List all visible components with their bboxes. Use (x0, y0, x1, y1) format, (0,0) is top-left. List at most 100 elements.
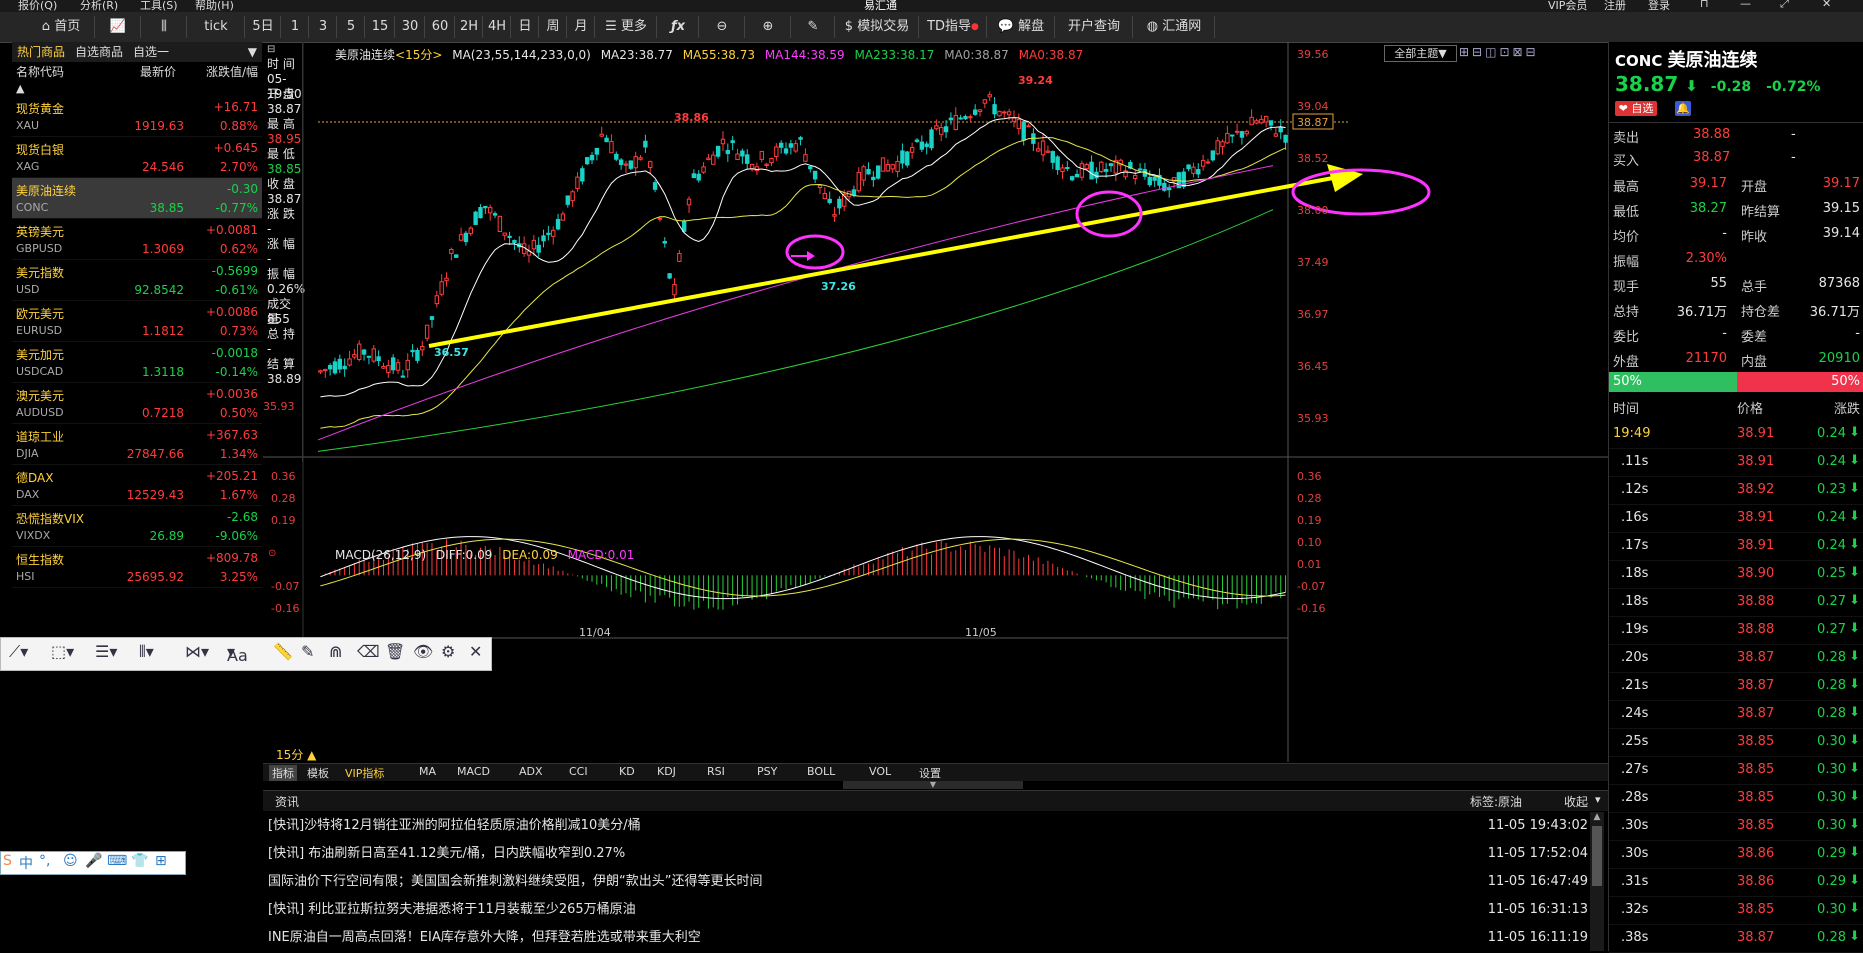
line-tool-icon[interactable]: ⟋▾ (9, 642, 28, 662)
ime-lang[interactable]: 中 (19, 853, 33, 873)
line-chart-button[interactable]: 📈 (96, 16, 141, 38)
indicator-tab[interactable]: VIP指标 (345, 765, 384, 781)
indicator-tab[interactable]: 模板 (307, 765, 329, 781)
news-collapse[interactable]: 收起 (1564, 793, 1588, 810)
chart-layout-icons[interactable]: ⊞⊟◫⊡⊠⊟ (1459, 45, 1539, 59)
news-tab[interactable]: 资讯 (275, 793, 299, 810)
magnet-icon[interactable]: ⋒ (329, 642, 342, 661)
indicator-tab[interactable]: MA (419, 765, 436, 778)
tab-hot-products[interactable]: 热门商品 (12, 42, 70, 62)
indicator-tab[interactable]: 指标 (269, 765, 297, 781)
header-price[interactable]: 最新价 (140, 62, 176, 82)
watchlist-row[interactable]: 恒生指数 HSI 25695.92 +809.78 3.25% (12, 547, 262, 588)
watchlist-row[interactable]: 恐慌指数VIX VIXDX 26.89 -2.68 -9.06% (12, 506, 262, 547)
skin-icon[interactable]: 👕 (131, 853, 148, 869)
period-4h[interactable]: 4H (484, 16, 511, 38)
indicator-tab[interactable]: VOL (869, 765, 891, 778)
mic-icon[interactable]: 🎤 (85, 853, 102, 869)
grid-menu-icon[interactable]: ⊞ (155, 853, 167, 869)
register-link[interactable]: 注册 (1604, 0, 1626, 12)
formula-button[interactable]: ƒx (658, 16, 699, 38)
menu-quote[interactable]: 报价(Q) (18, 0, 57, 12)
huihui-button[interactable]: ◍ 汇通网 (1134, 16, 1215, 38)
indicator-tab[interactable]: BOLL (807, 765, 835, 778)
home-button[interactable]: ⌂ 首页 (28, 16, 95, 38)
keyboard-icon[interactable]: ⌨ (107, 853, 127, 869)
ime-punct-icon[interactable]: °, (39, 853, 50, 869)
watchlist-row[interactable]: 美元加元 USDCAD 1.3118 -0.0018 -0.14% (12, 342, 262, 383)
indicator-tab[interactable]: 设置 (919, 765, 941, 781)
watchlist-row[interactable]: 美原油连续 CONC 38.85 -0.30 -0.77% (12, 178, 262, 219)
analysis-button[interactable]: 💬 解盘 (988, 16, 1055, 38)
scroll-thumb[interactable] (1592, 826, 1602, 886)
indicator-tab[interactable]: ADX (519, 765, 543, 778)
indicator-tab[interactable]: KDJ (657, 765, 676, 778)
period-1[interactable]: 1 (282, 16, 309, 38)
header-name[interactable]: 名称代码 (16, 62, 64, 82)
restore-icon[interactable]: ⤢ (1780, 0, 1789, 11)
period-5[interactable]: 5 (338, 16, 365, 38)
menu-analysis[interactable]: 分析(R) (80, 0, 118, 12)
pattern-tool-icon[interactable]: ⋈▾ (185, 642, 209, 661)
news-tag[interactable]: 标签:原油 (1470, 793, 1522, 810)
candle-chart-button[interactable]: ⫼ (142, 16, 187, 38)
collapse-arrow-icon[interactable]: ▾ (1595, 793, 1601, 806)
tab-self-products[interactable]: 自选商品 (70, 42, 128, 62)
text-tool[interactable]: Aa ▾ (227, 642, 248, 665)
eraser-icon[interactable]: ⌫ (357, 642, 380, 661)
self-select-button[interactable]: ❤ 自选 (1615, 101, 1657, 116)
watchlist-row[interactable]: 现货白银 XAG 24.546 +0.645 2.70% (12, 137, 262, 178)
period-2h[interactable]: 2H (456, 16, 483, 38)
indicator-tab[interactable]: CCI (569, 765, 588, 778)
watchlist-row[interactable]: 欧元美元 EURUSD 1.1812 +0.0086 0.73% (12, 301, 262, 342)
news-scrollbar[interactable]: ▲ (1590, 812, 1604, 951)
minimize-icon[interactable]: — (1740, 0, 1751, 10)
news-item[interactable]: INE原油自一周高点回落！EIA库存意外大降，但拜登若胜选或带来重大利空 11-0… (268, 924, 1588, 952)
more-button[interactable]: ☰ 更多 (596, 16, 657, 38)
news-item[interactable]: [快讯]沙特将12月销往亚洲的阿拉伯轻质原油价格削减10美分/桶 11-05 19… (268, 812, 1588, 840)
lock-icon[interactable]: ⊓ (1700, 0, 1709, 10)
period-60[interactable]: 60 (426, 16, 455, 38)
watchlist-row[interactable]: 德DAX DAX 12529.43 +205.21 1.67% (12, 465, 262, 506)
open-account-button[interactable]: 开户查询 (1056, 16, 1133, 38)
ruler-icon[interactable]: 📏 (273, 642, 293, 661)
watchlist-row[interactable]: 澳元美元 AUDUSD 0.7218 +0.0036 0.50% (12, 383, 262, 424)
indicator-tab[interactable]: KD (619, 765, 635, 778)
rect-tool-icon[interactable]: ⬚▾ (51, 642, 74, 661)
td-guide-button[interactable]: TD指导● (920, 16, 987, 38)
macd-settings-icon[interactable]: ⊙ (268, 548, 276, 559)
zoom-out-button[interactable]: ⊖ (700, 16, 745, 38)
eye-icon[interactable]: 👁 (413, 642, 433, 661)
sim-trade-button[interactable]: $ 模拟交易 (836, 16, 919, 38)
period-week[interactable]: 周 (540, 16, 567, 38)
scroll-up-icon[interactable]: ▲ (1590, 812, 1604, 822)
period-3[interactable]: 3 (310, 16, 337, 38)
news-item[interactable]: 国际油价下行空间有限；美国国会新推刺激料继续受阻，伊朗“款出头”还得等更长时间 1… (268, 868, 1588, 896)
zoom-in-button[interactable]: ⊕ (746, 16, 791, 38)
settings-gear-icon[interactable]: ⚙ (441, 642, 455, 661)
emoji-icon[interactable]: ☺ (63, 853, 78, 869)
fib-tool-icon[interactable]: ☰▾ (95, 642, 117, 661)
watchlist-row[interactable]: 现货黄金 XAU 1919.63 +16.71 0.88% (12, 96, 262, 137)
period-indicator[interactable]: 15分 ▲ (276, 746, 316, 763)
header-change[interactable]: 涨跌值/幅 (206, 62, 258, 82)
menu-help[interactable]: 帮助(H) (195, 0, 234, 12)
ime-logo-icon[interactable]: S (3, 853, 12, 869)
indicator-tab[interactable]: RSI (707, 765, 725, 778)
login-link[interactable]: 登录 (1648, 0, 1670, 12)
period-5day[interactable]: 5日 (246, 16, 281, 38)
trash-icon[interactable]: 🗑 (385, 642, 405, 661)
news-item[interactable]: [快讯] 布油刷新日高至41.12美元/桶，日内跌幅收窄到0.27% 11-05 … (268, 840, 1588, 868)
tab-self-one[interactable]: 自选一 (128, 42, 174, 62)
period-day[interactable]: 日 (512, 16, 539, 38)
watchlist-row[interactable]: 英镑美元 GBPUSD 1.3069 +0.0081 0.62% (12, 219, 262, 260)
splitter-handle-icon[interactable]: ▼ (843, 781, 1023, 789)
period-30[interactable]: 30 (396, 16, 425, 38)
draw-button[interactable]: ✎ (792, 16, 835, 38)
dropdown-icon[interactable]: ▼ (243, 42, 262, 62)
sort-up-icon[interactable]: ▲ (12, 82, 262, 96)
vip-link[interactable]: VIP会员 (1548, 0, 1587, 12)
watchlist-row[interactable]: 美元指数 USD 92.8542 -0.5699 -0.61% (12, 260, 262, 301)
splitter[interactable]: ▼ (263, 781, 1608, 790)
period-tick[interactable]: tick (188, 16, 245, 38)
